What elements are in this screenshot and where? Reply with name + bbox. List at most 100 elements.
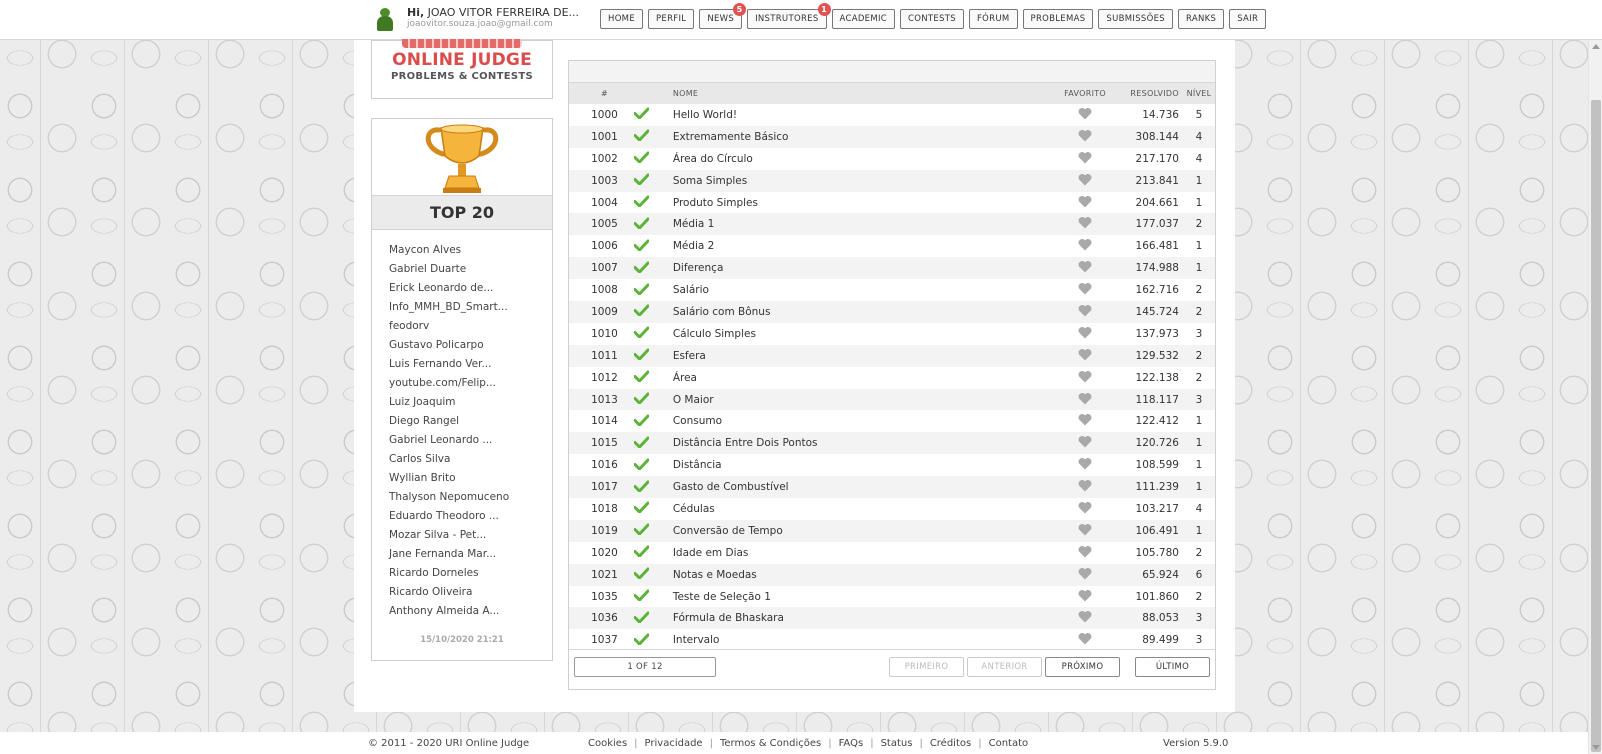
table-row[interactable]: 1019 Conversão de Tempo 106.491 1 [569,519,1215,542]
heart-icon[interactable] [1078,129,1092,145]
problem-name[interactable]: Teste de Seleção 1 [671,586,1053,608]
heart-icon[interactable] [1078,304,1092,320]
problem-id[interactable]: 1011 [569,345,634,367]
user-avatar[interactable] [373,5,397,33]
heart-icon[interactable] [1078,545,1092,561]
problem-name[interactable]: Cédulas [671,498,1053,520]
footer-link-privacidade[interactable]: Privacidade [645,738,703,749]
top20-user-link[interactable]: Info_MMH_BD_Smart... [389,298,509,317]
footer-link-contato[interactable]: Contato [989,738,1029,749]
top20-user-link[interactable]: Thalyson Nepomuceno [389,488,509,507]
top20-user-link[interactable]: youtube.com/Felip... [389,374,509,393]
table-row[interactable]: 1015 Distância Entre Dois Pontos 120.726 1 [569,432,1215,455]
heart-icon[interactable] [1078,173,1092,189]
table-row[interactable]: 1005 Média 1 177.037 2 [569,213,1215,236]
top20-user-link[interactable]: Mozar Silva - Pet... [389,526,509,545]
problem-id[interactable]: 1035 [569,586,634,608]
problem-name[interactable]: Produto Simples [671,192,1053,214]
nav-submiss-es-button[interactable]: SUBMISSÕES [1098,9,1173,29]
footer-link-cookies[interactable]: Cookies [588,738,627,749]
footer-link-termos-condi-es[interactable]: Termos & Condições [720,738,821,749]
problem-name[interactable]: Intervalo [671,629,1053,651]
user-greeting[interactable]: Hi, JOAO VITOR FERREIRA DE... [407,6,579,19]
heart-icon[interactable] [1078,261,1092,276]
problem-name[interactable]: Distância [671,454,1053,476]
table-row[interactable]: 1008 Salário 162.716 2 [569,279,1215,301]
table-row[interactable]: 1004 Produto Simples 204.661 1 [569,192,1215,214]
heart-icon[interactable] [1078,217,1092,232]
problem-id[interactable]: 1005 [569,213,634,235]
heart-icon[interactable] [1078,480,1092,495]
problem-name[interactable]: Fórmula de Bhaskara [671,607,1053,629]
heart-icon[interactable] [1078,151,1092,167]
problem-id[interactable]: 1018 [569,498,634,520]
table-row[interactable]: 1012 Área 122.138 2 [569,367,1215,389]
table-row[interactable]: 1000 Hello World! 14.736 5 [569,104,1215,126]
heart-icon[interactable] [1078,326,1092,342]
table-row[interactable]: 1020 Idade em Dias 105.780 2 [569,542,1215,564]
problem-id[interactable]: 1037 [569,629,634,651]
nav-academic-button[interactable]: ACADEMIC [831,9,896,29]
problem-name[interactable]: Gasto de Combustível [671,476,1053,498]
problem-id[interactable]: 1002 [569,148,634,170]
top20-user-link[interactable]: Carlos Silva [389,450,509,469]
top20-user-link[interactable]: feodorv [389,317,509,336]
col-level-header[interactable]: NÍVEL [1183,83,1215,104]
problem-id[interactable]: 1014 [569,410,634,432]
heart-icon[interactable] [1078,523,1092,539]
problem-name[interactable]: Extremamente Básico [671,126,1053,148]
top20-user-link[interactable]: Maycon Alves [389,241,509,260]
col-name-header[interactable]: NOME [671,83,1053,104]
top20-user-link[interactable]: Luiz Joaquim [389,393,509,412]
table-row[interactable]: 1035 Teste de Seleção 1 101.860 2 [569,586,1215,608]
table-row[interactable]: 1001 Extremamente Básico 308.144 4 [569,125,1215,148]
nav-perfil-button[interactable]: PERFIL [648,9,695,29]
site-logo[interactable]: ONLINE JUDGE PROBLEMS & CONTESTS [371,39,553,99]
first-page-button[interactable]: PRIMEIRO [889,657,964,677]
top20-user-link[interactable]: Wyllian Brito [389,469,509,488]
nav-contests-button[interactable]: CONTESTS [900,9,964,29]
nav-home-button[interactable]: HOME [600,9,643,29]
heart-icon[interactable] [1078,501,1092,517]
problem-name[interactable]: Consumo [671,410,1053,432]
table-row[interactable]: 1006 Média 2 166.481 1 [569,235,1215,257]
heart-icon[interactable] [1078,589,1092,605]
table-row[interactable]: 1016 Distância 108.599 1 [569,454,1215,476]
table-row[interactable]: 1011 Esfera 129.532 2 [569,344,1215,367]
heart-icon[interactable] [1078,414,1092,429]
col-id-header[interactable]: # [569,83,634,104]
problem-name[interactable]: Hello World! [671,104,1053,126]
problem-id[interactable]: 1012 [569,367,634,389]
table-row[interactable]: 1014 Consumo 122.412 1 [569,410,1215,432]
heart-icon[interactable] [1078,283,1092,298]
problem-name[interactable]: Cálculo Simples [671,323,1053,345]
table-row[interactable]: 1010 Cálculo Simples 137.973 3 [569,323,1215,345]
problem-id[interactable]: 1015 [569,432,634,454]
nav-news-button[interactable]: NEWS 5 [699,3,747,29]
problem-id[interactable]: 1004 [569,192,634,214]
nav-sair-button[interactable]: SAIR [1229,9,1267,29]
nav-instrutores-button[interactable]: INSTRUTORES 1 [747,3,831,29]
nav-problemas-button[interactable]: PROBLEMAS [1022,9,1094,29]
table-row[interactable]: 1003 Soma Simples 213.841 1 [569,169,1215,192]
top20-user-link[interactable]: Jane Fernanda Mar... [389,545,509,564]
problem-name[interactable]: O Maior [671,389,1053,411]
nav-ranks-button[interactable]: RANKS [1177,9,1225,29]
top20-user-link[interactable]: Luis Fernando Ver... [389,355,509,374]
heart-icon[interactable] [1078,239,1092,254]
problem-name[interactable]: Soma Simples [671,170,1053,192]
problem-name[interactable]: Área do Círculo [671,148,1053,170]
heart-icon[interactable] [1078,633,1092,648]
table-row[interactable]: 1017 Gasto de Combustível 111.239 1 [569,476,1215,499]
top20-user-link[interactable]: Gustavo Policarpo [389,336,509,355]
heart-icon[interactable] [1078,436,1092,451]
col-solved-header[interactable]: RESOLVIDO [1117,83,1183,104]
top20-user-link[interactable]: Diego Rangel [389,412,509,431]
problem-name[interactable]: Média 1 [671,213,1053,235]
problem-id[interactable]: 1036 [569,607,634,629]
problem-name[interactable]: Esfera [671,345,1053,367]
last-page-button[interactable]: ÚLTIMO [1135,657,1210,677]
problem-name[interactable]: Área [671,367,1053,389]
problem-name[interactable]: Salário com Bônus [671,301,1053,323]
problem-name[interactable]: Conversão de Tempo [671,520,1053,542]
